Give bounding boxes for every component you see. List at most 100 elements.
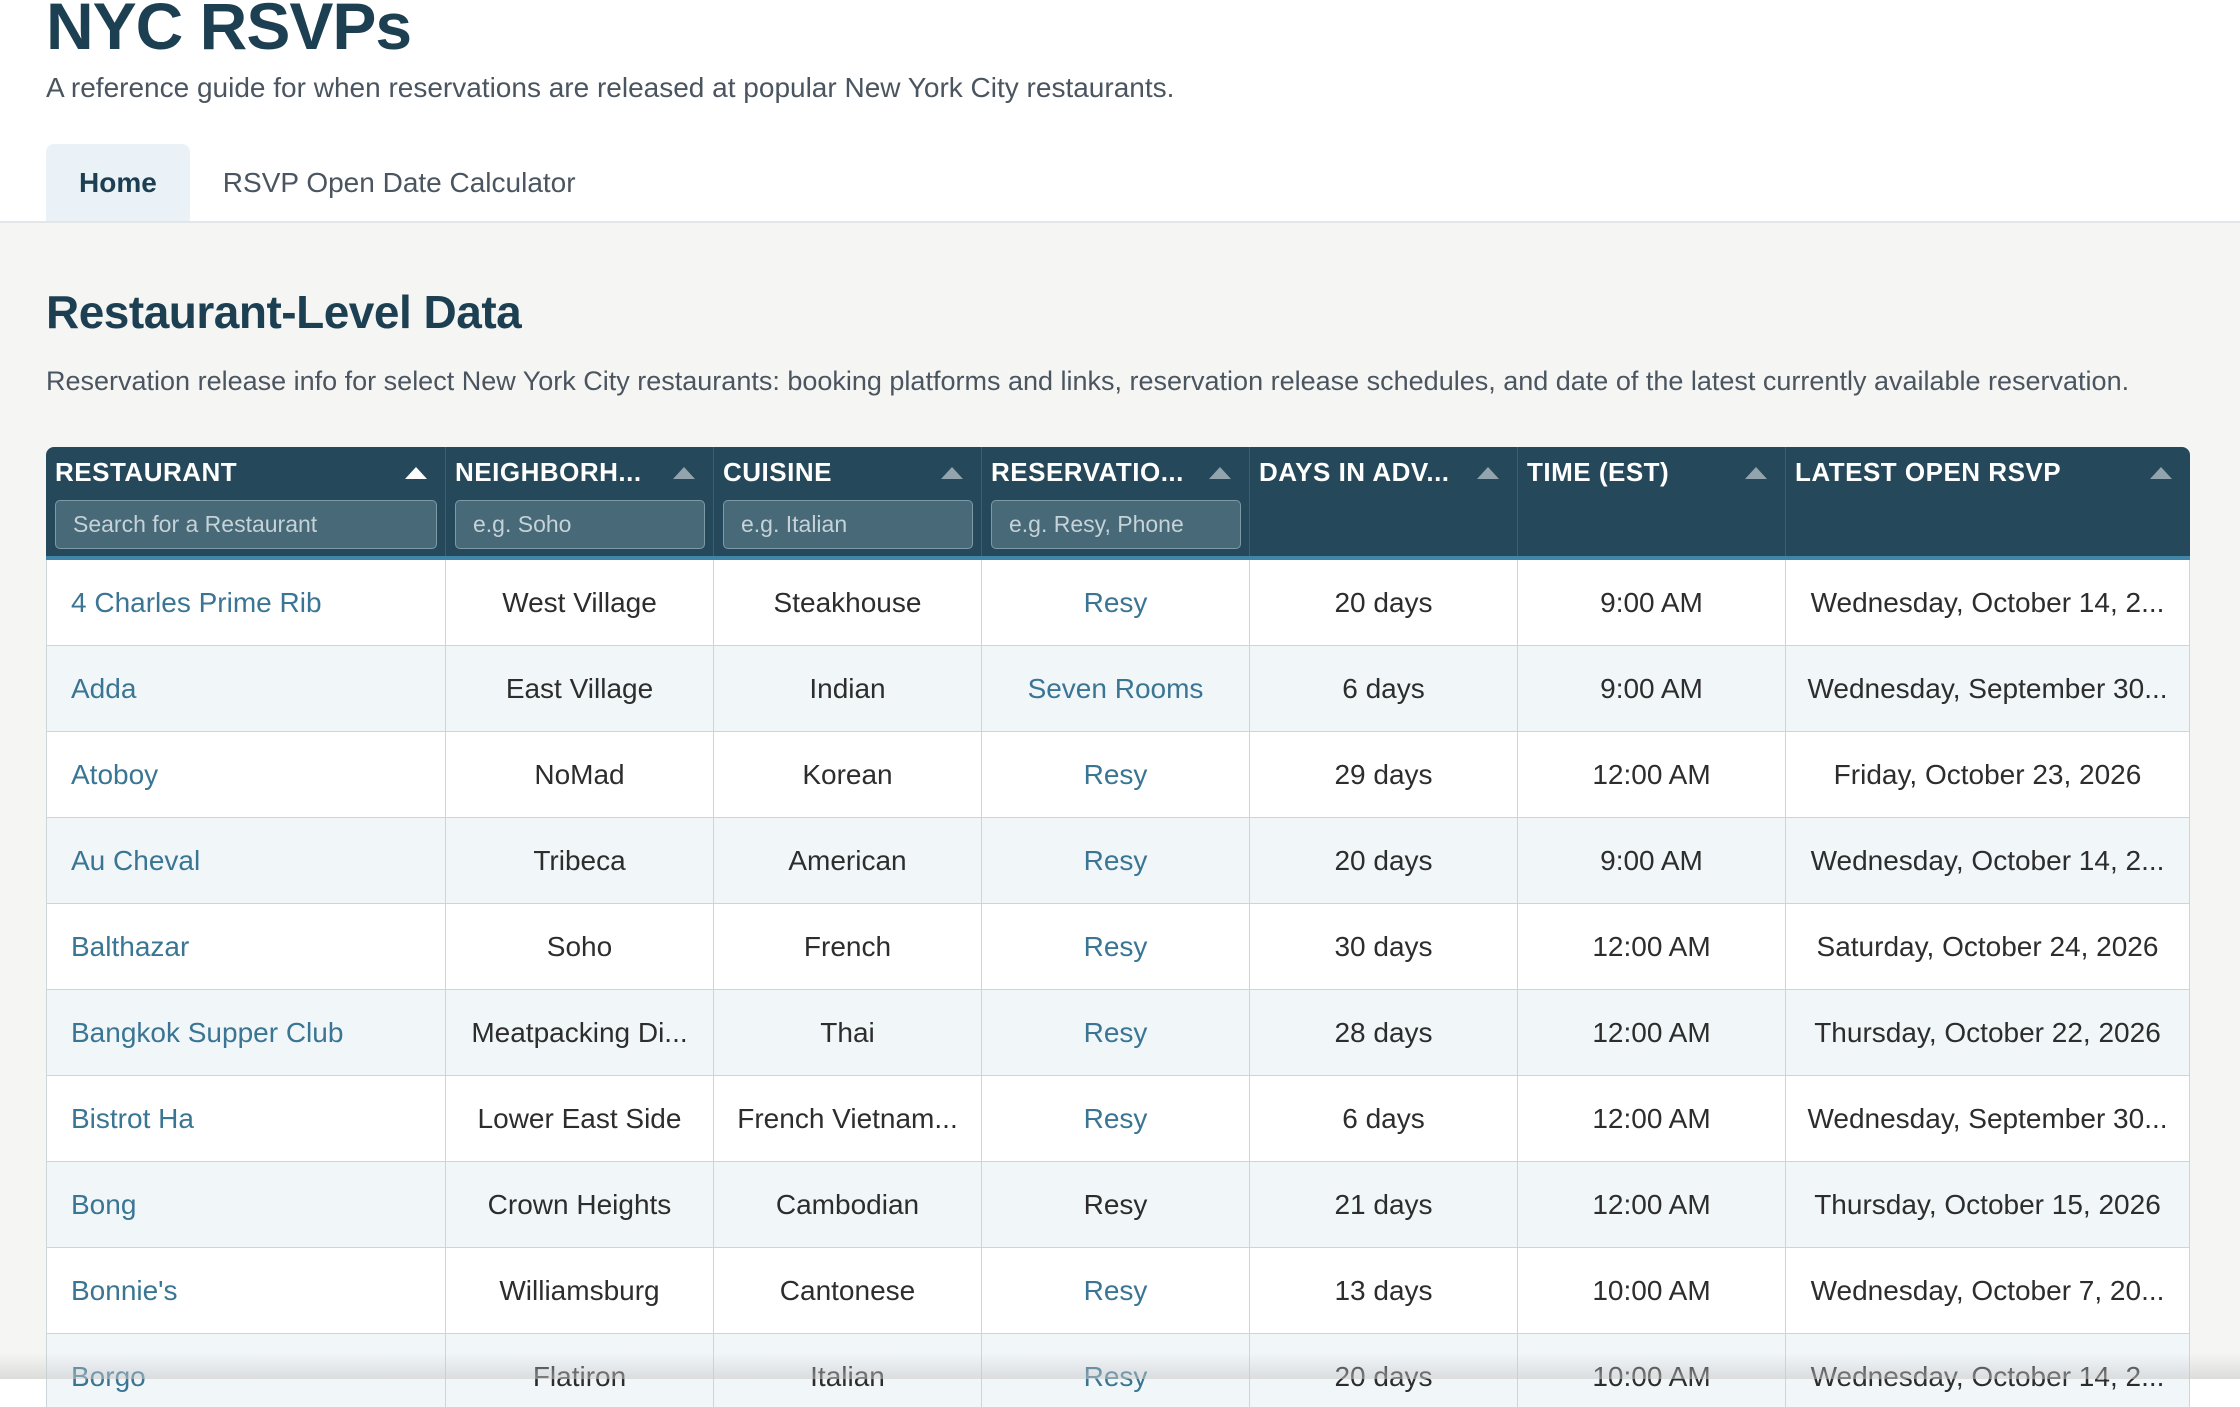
reservation-platform[interactable]: Resy: [982, 560, 1250, 645]
release-time-cell: 9:00 AM: [1518, 646, 1786, 731]
latest-open-rsvp-cell: Thursday, October 22, 2026: [1786, 990, 2190, 1075]
column-label: RESTAURANT: [55, 457, 238, 487]
cuisine-cell: French: [714, 904, 982, 989]
table-row: 4 Charles Prime Rib West Village Steakhous…: [46, 560, 2190, 646]
reservation-platform[interactable]: Seven Rooms: [982, 646, 1250, 731]
sort-ascending-icon[interactable]: [941, 467, 963, 479]
days-in-advance-cell: 6 days: [1250, 1076, 1518, 1161]
restaurant-filter-input[interactable]: [55, 500, 437, 549]
page-header: NYC RSVPs A reference guide for when res…: [0, 0, 2240, 221]
sort-ascending-icon[interactable]: [1209, 467, 1231, 479]
neighborhood-cell: Crown Heights: [446, 1162, 714, 1247]
latest-open-rsvp-cell: Wednesday, September 30...: [1786, 646, 2190, 731]
release-time-cell: 12:00 AM: [1518, 1162, 1786, 1247]
days-in-advance-cell: 20 days: [1250, 818, 1518, 903]
neighborhood-cell: Meatpacking Di...: [446, 990, 714, 1075]
sort-ascending-icon[interactable]: [673, 467, 695, 479]
restaurant-name-link[interactable]: Balthazar: [46, 904, 446, 989]
days-in-advance-cell: 6 days: [1250, 646, 1518, 731]
tab-bar: Home RSVP Open Date Calculator: [46, 144, 609, 221]
column-header-latest-open-rsvp[interactable]: LATEST OPEN RSVP: [1786, 447, 2190, 556]
section-title: Restaurant-Level Data: [46, 286, 522, 338]
cuisine-cell: Cantonese: [714, 1248, 982, 1333]
days-in-advance-cell: 30 days: [1250, 904, 1518, 989]
days-in-advance-cell: 21 days: [1250, 1162, 1518, 1247]
neighborhood-cell: East Village: [446, 646, 714, 731]
days-in-advance-cell: 29 days: [1250, 732, 1518, 817]
table-row: Bistrot Ha Lower East Side French Vietnam.…: [46, 1076, 2190, 1162]
cuisine-cell: Steakhouse: [714, 560, 982, 645]
restaurant-name-link[interactable]: Bonnie's: [46, 1248, 446, 1333]
table-row: Balthazar Soho French Resy 30 days 12:00 AM Sa…: [46, 904, 2190, 990]
column-header-days-in-advance[interactable]: DAYS IN ADV...: [1250, 447, 1518, 556]
latest-open-rsvp-cell: Wednesday, October 14, 2...: [1786, 818, 2190, 903]
app-title: NYC RSVPs: [46, 0, 412, 63]
reservation-platform[interactable]: Resy: [982, 818, 1250, 903]
table-row: Adda East Village Indian Seven Rooms 6 days 9…: [46, 646, 2190, 732]
cuisine-cell: French Vietnam...: [714, 1076, 982, 1161]
neighborhood-cell: Williamsburg: [446, 1248, 714, 1333]
restaurant-name-link[interactable]: Bong: [46, 1162, 446, 1247]
column-header-cuisine[interactable]: CUISINE: [714, 447, 982, 556]
sort-ascending-icon[interactable]: [1745, 467, 1767, 479]
table-row: Au Cheval Tribeca American Resy 20 days 9:00 …: [46, 818, 2190, 904]
cuisine-cell: Thai: [714, 990, 982, 1075]
table-body: 4 Charles Prime Rib West Village Steakhous…: [46, 560, 2190, 1407]
sort-ascending-icon[interactable]: [405, 467, 427, 479]
reservation-platform[interactable]: Resy: [982, 1248, 1250, 1333]
column-header-restaurant[interactable]: RESTAURANT: [46, 447, 446, 556]
table-row: Atoboy NoMad Korean Resy 29 days 12:00 AM Frid…: [46, 732, 2190, 818]
release-time-cell: 9:00 AM: [1518, 560, 1786, 645]
neighborhood-cell: West Village: [446, 560, 714, 645]
reservation-platform[interactable]: Resy: [982, 904, 1250, 989]
latest-open-rsvp-cell: Thursday, October 15, 2026: [1786, 1162, 2190, 1247]
sort-ascending-icon[interactable]: [2150, 467, 2172, 479]
main-content: Restaurant-Level Data Reservation releas…: [0, 223, 2240, 1407]
release-time-cell: 10:00 AM: [1518, 1248, 1786, 1333]
release-time-cell: 12:00 AM: [1518, 990, 1786, 1075]
reservation-filter-input[interactable]: [991, 500, 1241, 549]
days-in-advance-cell: 20 days: [1250, 560, 1518, 645]
restaurant-name-link[interactable]: Bistrot Ha: [46, 1076, 446, 1161]
neighborhood-filter-input[interactable]: [455, 500, 705, 549]
table-header: RESTAURANT NEIGHBORH... CUISINE RESERVAT…: [46, 447, 2190, 560]
reservation-platform[interactable]: Resy: [982, 990, 1250, 1075]
cuisine-filter-input[interactable]: [723, 500, 973, 549]
column-label: CUISINE: [723, 457, 832, 487]
cuisine-cell: American: [714, 818, 982, 903]
reservation-platform[interactable]: Resy: [982, 1076, 1250, 1161]
restaurant-name-link[interactable]: Adda: [46, 646, 446, 731]
tab-rsvp-open-date-calculator[interactable]: RSVP Open Date Calculator: [190, 144, 609, 221]
latest-open-rsvp-cell: Friday, October 23, 2026: [1786, 732, 2190, 817]
reservation-platform[interactable]: Resy: [982, 732, 1250, 817]
neighborhood-cell: Tribeca: [446, 818, 714, 903]
latest-open-rsvp-cell: Saturday, October 24, 2026: [1786, 904, 2190, 989]
days-in-advance-cell: 28 days: [1250, 990, 1518, 1075]
section-description: Reservation release info for select New …: [46, 366, 2130, 396]
column-header-neighborhood[interactable]: NEIGHBORH...: [446, 447, 714, 556]
sort-ascending-icon[interactable]: [1477, 467, 1499, 479]
days-in-advance-cell: 13 days: [1250, 1248, 1518, 1333]
cuisine-cell: Cambodian: [714, 1162, 982, 1247]
column-label: LATEST OPEN RSVP: [1795, 457, 2062, 487]
restaurant-name-link[interactable]: 4 Charles Prime Rib: [46, 560, 446, 645]
table-row: Bangkok Supper Club Meatpacking Di... Thai…: [46, 990, 2190, 1076]
restaurant-table: RESTAURANT NEIGHBORH... CUISINE RESERVAT…: [46, 447, 2190, 1407]
restaurant-name-link[interactable]: Bangkok Supper Club: [46, 990, 446, 1075]
column-header-reservation[interactable]: RESERVATIO...: [982, 447, 1250, 556]
neighborhood-cell: Soho: [446, 904, 714, 989]
table-row: Bong Crown Heights Cambodian Resy 21 days 12:…: [46, 1162, 2190, 1248]
tab-home[interactable]: Home: [46, 144, 190, 221]
latest-open-rsvp-cell: Wednesday, October 14, 2...: [1786, 560, 2190, 645]
app-subtitle: A reference guide for when reservations …: [46, 72, 1175, 103]
column-label: RESERVATIO...: [991, 457, 1184, 487]
column-label: TIME (EST): [1527, 457, 1670, 487]
table-row: Bonnie's Williamsburg Cantonese Resy 13 days…: [46, 1248, 2190, 1334]
restaurant-name-link[interactable]: Au Cheval: [46, 818, 446, 903]
reservation-platform: Resy: [982, 1162, 1250, 1247]
restaurant-name-link[interactable]: Atoboy: [46, 732, 446, 817]
column-header-time[interactable]: TIME (EST): [1518, 447, 1786, 556]
latest-open-rsvp-cell: Wednesday, September 30...: [1786, 1076, 2190, 1161]
release-time-cell: 9:00 AM: [1518, 818, 1786, 903]
cuisine-cell: Korean: [714, 732, 982, 817]
